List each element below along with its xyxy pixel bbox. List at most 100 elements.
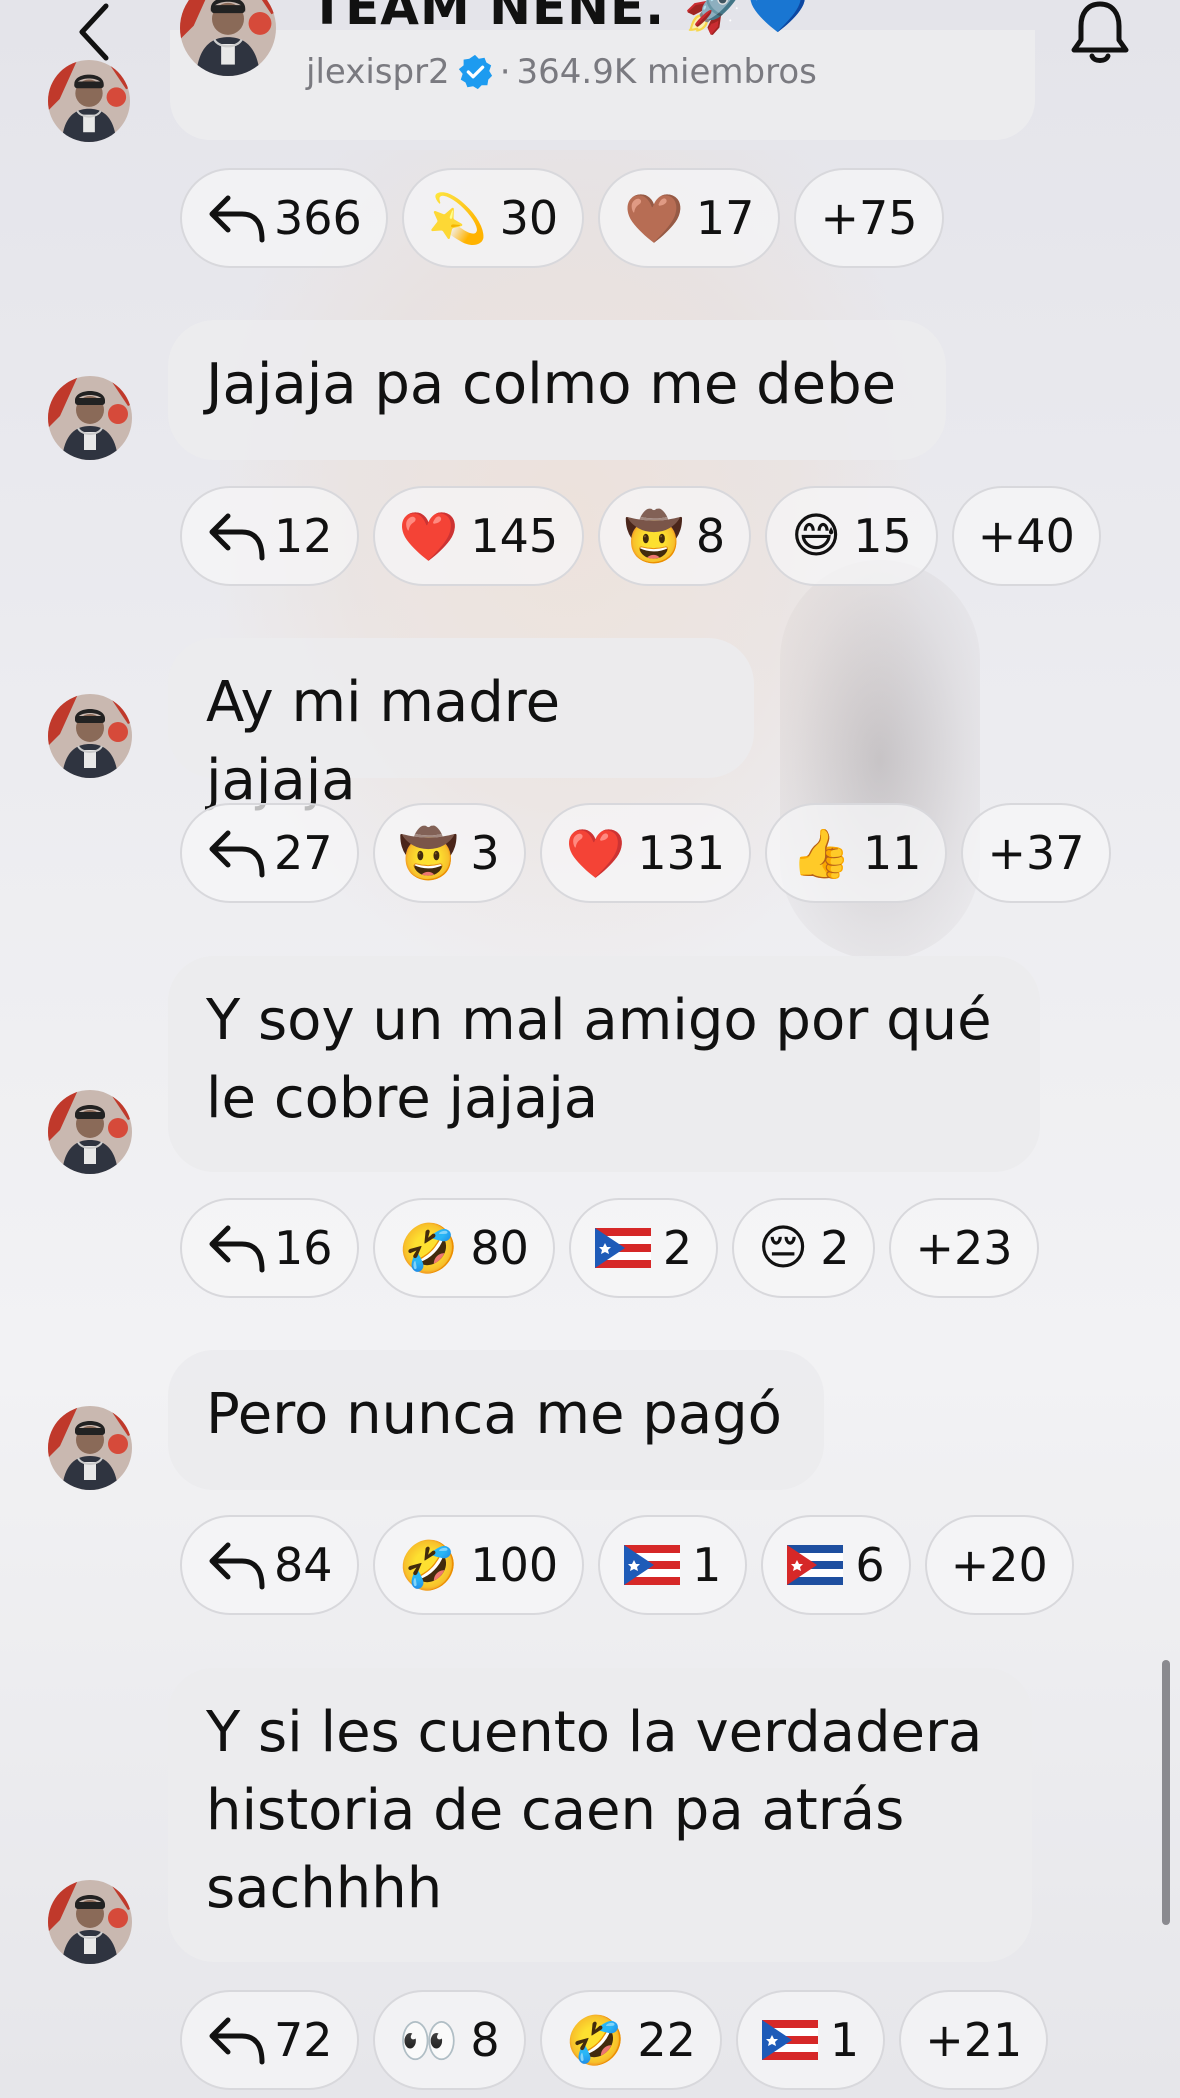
reaction-count: 1 — [692, 1538, 722, 1592]
avatar[interactable] — [48, 376, 132, 460]
chevron-left-icon — [79, 3, 109, 61]
reaction-emoji-icon: 🤠 — [398, 825, 459, 882]
avatar[interactable] — [48, 694, 132, 778]
message-bubble[interactable]: Y si les cuento la verdadera historia de… — [168, 1668, 1032, 1962]
reaction-bar: 72 👀 8 🤣 22 1 +21 — [180, 1990, 1049, 2092]
reaction-count: 2 — [820, 1221, 850, 1275]
avatar[interactable] — [48, 1090, 132, 1174]
bell-icon — [1071, 1, 1129, 63]
reaction-emoji-icon: 😅 — [791, 508, 842, 564]
back-button[interactable] — [70, 2, 120, 62]
reaction-bar: 366 💫 30 🤎 17 +75 — [180, 168, 944, 270]
reply-count-button[interactable]: 72 — [180, 1990, 359, 2090]
group-avatar[interactable] — [180, 0, 276, 76]
reaction-pill[interactable]: 💫 30 — [401, 168, 585, 268]
reaction-count: 6 — [855, 1538, 885, 1592]
reaction-count: 84 — [274, 1538, 333, 1592]
reaction-pill[interactable]: 1 — [735, 1990, 886, 2090]
reaction-pill[interactable]: 2 — [568, 1198, 719, 1298]
owner-username[interactable]: jlexispr2 — [306, 52, 450, 92]
more-reactions-button[interactable]: +20 — [924, 1515, 1074, 1615]
reply-count-button[interactable]: 27 — [180, 803, 359, 903]
reaction-pill[interactable]: ❤️ 145 — [372, 486, 585, 586]
reaction-count: +37 — [987, 826, 1085, 880]
member-count: 364.9K miembros — [516, 52, 817, 92]
reply-arrow-icon — [209, 513, 265, 561]
more-reactions-button[interactable]: +37 — [961, 803, 1111, 903]
reply-arrow-icon — [209, 1542, 265, 1590]
avatar[interactable] — [48, 1406, 132, 1490]
reply-count-button[interactable]: 366 — [180, 168, 388, 268]
group-subtitle: jlexispr2 · 364.9K miembros — [306, 52, 817, 92]
reaction-emoji-icon: 👍 — [791, 825, 851, 882]
more-reactions-button[interactable]: +40 — [951, 486, 1101, 586]
reply-count-button[interactable]: 12 — [180, 486, 359, 586]
cuba-flag-icon — [787, 1545, 844, 1585]
reaction-pill[interactable]: 1 — [598, 1515, 748, 1615]
reaction-pill[interactable]: 🤣 100 — [372, 1515, 585, 1615]
reply-arrow-icon — [209, 195, 265, 243]
puerto-rico-flag-icon — [761, 2020, 818, 2060]
reaction-emoji-icon: 🤣 — [398, 1537, 459, 1594]
reaction-count: 11 — [862, 826, 922, 880]
chat-header: TEAM NENE. 🚀💙 jlexispr2 · 364.9K miembro… — [0, 0, 1180, 100]
notifications-button[interactable] — [1065, 0, 1135, 68]
reply-arrow-icon — [209, 2017, 265, 2065]
reply-count-button[interactable]: 84 — [180, 1515, 359, 1615]
reaction-count: 3 — [470, 826, 500, 880]
reaction-emoji-icon: 👀 — [398, 2012, 459, 2069]
reply-count-button[interactable]: 16 — [180, 1198, 359, 1298]
reaction-pill[interactable]: 😔 2 — [732, 1198, 876, 1298]
reaction-emoji-icon: 😔 — [758, 1220, 809, 1276]
reaction-count: 131 — [637, 826, 726, 880]
reaction-count: 8 — [695, 509, 726, 563]
reaction-emoji-icon: 🤣 — [398, 1220, 459, 1277]
reaction-bar: 27 🤠 3 ❤️ 131 👍 11 +37 — [180, 803, 1111, 905]
reaction-pill[interactable]: 🤎 17 — [598, 168, 781, 268]
scrollbar[interactable] — [1162, 1660, 1170, 1925]
reaction-count: +20 — [950, 1538, 1048, 1592]
reaction-pill[interactable]: ❤️ 131 — [539, 803, 752, 903]
reaction-pill[interactable]: 🤠 8 — [598, 486, 752, 586]
reaction-bar: 12 ❤️ 145 🤠 8 😅 15 +40 — [180, 486, 1101, 588]
reaction-pill[interactable]: 🤠 3 — [372, 803, 526, 903]
reaction-count: 27 — [274, 826, 333, 880]
reaction-count: 72 — [274, 2013, 333, 2067]
reaction-pill[interactable]: 6 — [761, 1515, 911, 1615]
more-reactions-button[interactable]: +21 — [899, 1990, 1049, 2090]
reaction-pill[interactable]: 😅 15 — [765, 486, 938, 586]
group-title[interactable]: TEAM NENE. 🚀💙 — [310, 0, 810, 37]
reaction-pill[interactable]: 🤣 22 — [539, 1990, 722, 2090]
reaction-count: 8 — [470, 2013, 500, 2067]
message-bubble[interactable]: Ay mi madre jajaja — [168, 638, 754, 813]
reaction-pill[interactable]: 👍 11 — [765, 803, 948, 903]
puerto-rico-flag-icon — [624, 1545, 681, 1585]
reaction-count: 100 — [470, 1538, 559, 1592]
message-bubble[interactable]: Pero nunca me pagó — [168, 1350, 824, 1490]
reaction-count: 22 — [637, 2013, 696, 2067]
verified-badge-icon — [458, 54, 492, 90]
message-bubble[interactable]: Y soy un mal amigo por qué le cobre jaja… — [168, 956, 1040, 1172]
reaction-count: 2 — [662, 1221, 693, 1275]
reaction-count: +75 — [820, 191, 918, 245]
reaction-count: 1 — [829, 2013, 860, 2067]
puerto-rico-flag-icon — [594, 1228, 651, 1268]
reaction-emoji-icon: 🤠 — [624, 508, 684, 565]
reaction-bar: 84 🤣 100 1 6 +20 — [180, 1515, 1074, 1617]
reply-arrow-icon — [209, 830, 265, 878]
reaction-pill[interactable]: 🤣 80 — [372, 1198, 555, 1298]
reaction-emoji-icon: 🤎 — [624, 190, 684, 247]
avatar[interactable] — [48, 1880, 132, 1964]
reaction-count: +23 — [915, 1221, 1013, 1275]
reaction-emoji-icon: ❤️ — [398, 508, 459, 565]
more-reactions-button[interactable]: +75 — [794, 168, 944, 268]
reaction-pill[interactable]: 👀 8 — [372, 1990, 526, 2090]
reaction-count: 366 — [274, 191, 362, 245]
message-bubble[interactable]: Jajaja pa colmo me debe — [168, 320, 946, 460]
reaction-count: 145 — [470, 509, 559, 563]
reaction-count: +40 — [977, 509, 1075, 563]
reaction-emoji-icon: 💫 — [427, 190, 488, 247]
reaction-count: +21 — [925, 2013, 1023, 2067]
more-reactions-button[interactable]: +23 — [889, 1198, 1039, 1298]
reaction-count: 17 — [695, 191, 755, 245]
